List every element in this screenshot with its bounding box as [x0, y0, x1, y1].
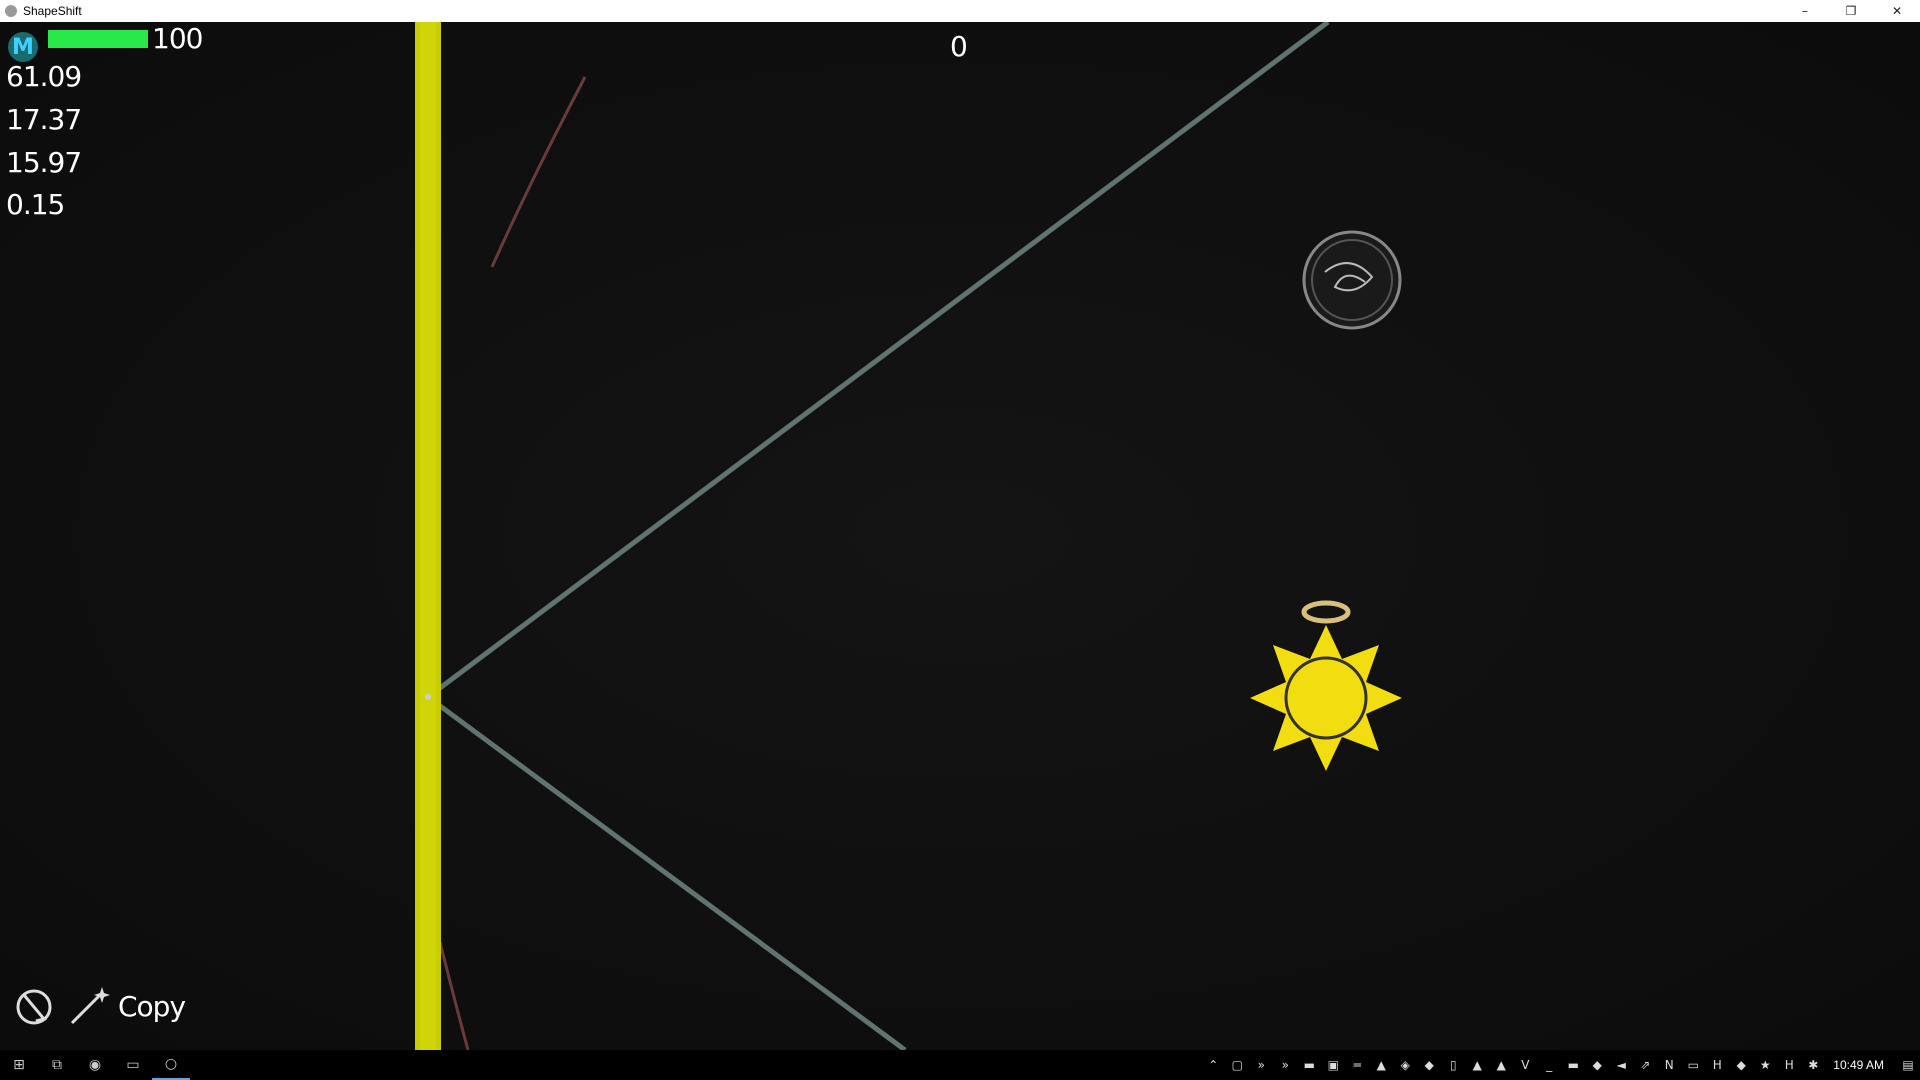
score: 0	[950, 30, 968, 63]
copy-label[interactable]: Copy	[118, 990, 186, 1023]
close-button[interactable]: ✕	[1874, 0, 1920, 22]
stat-3: 15.97	[6, 146, 82, 179]
volume-icon[interactable]: ◄	[1609, 1050, 1633, 1080]
window-title: ShapeShift	[23, 4, 82, 18]
network-icon[interactable]: ═	[1345, 1050, 1369, 1080]
game-scene	[0, 22, 1920, 1050]
h-icon[interactable]: H	[1705, 1050, 1729, 1080]
double-chevron-icon[interactable]: »	[1273, 1050, 1297, 1080]
browser-icon[interactable]: ◉	[76, 1050, 114, 1080]
game-viewport[interactable]: M 100 0 61.09 17.37 15.97 0.15 Copy	[0, 22, 1920, 1050]
arrow-icon[interactable]: ⇗	[1633, 1050, 1657, 1080]
h-icon[interactable]: H	[1777, 1050, 1801, 1080]
terminal-icon[interactable]: _	[1537, 1050, 1561, 1080]
stat-2: 17.37	[6, 103, 82, 136]
monitor-icon[interactable]: ▭	[1681, 1050, 1705, 1080]
battery-icon[interactable]: ▬	[1561, 1050, 1585, 1080]
restore-button[interactable]: ❐	[1828, 0, 1874, 22]
shapeshift-app-icon[interactable]: ○	[152, 1050, 190, 1080]
title-bar: ShapeShift – ❐ ✕	[0, 0, 1920, 22]
v-icon[interactable]: V	[1513, 1050, 1537, 1080]
shield-icon[interactable]: ◆	[1585, 1050, 1609, 1080]
stat-4: 0.15	[6, 188, 65, 221]
chevron-up-icon[interactable]: ⌃	[1201, 1050, 1225, 1080]
avatar: M	[8, 32, 38, 62]
drive-icon[interactable]: ▬	[1297, 1050, 1321, 1080]
taskbar: ⊞ ⧉ ◉ ▭ ○ ⌃ ▢ » » ▬ ▣ ═ ▲ ◈ ◆ ▯ ▲ ▲ V _ …	[0, 1050, 1920, 1080]
wifi-icon[interactable]: ✱	[1801, 1050, 1825, 1080]
orb-icon[interactable]	[1302, 230, 1402, 330]
stat-1: 61.09	[6, 60, 82, 93]
double-chevron-icon[interactable]: »	[1249, 1050, 1273, 1080]
beam-origin	[425, 694, 431, 700]
minimize-button[interactable]: –	[1782, 0, 1828, 22]
windows-start-icon[interactable]: ⊞	[0, 1050, 38, 1080]
star-icon[interactable]: ★	[1753, 1050, 1777, 1080]
gesture-icon[interactable]	[14, 987, 56, 1029]
system-tray: ⌃ ▢ » » ▬ ▣ ═ ▲ ◈ ◆ ▯ ▲ ▲ V _ ▬ ◆ ◄ ⇗ N …	[1201, 1050, 1920, 1080]
background	[0, 22, 1920, 1050]
wand-icon[interactable]	[66, 985, 110, 1029]
editor-icon[interactable]: ▭	[114, 1050, 152, 1080]
task-view-icon[interactable]: ⧉	[38, 1050, 76, 1080]
health-fill	[48, 30, 148, 48]
lock-icon[interactable]: ▣	[1321, 1050, 1345, 1080]
window-icon[interactable]: ▢	[1225, 1050, 1249, 1080]
chart-icon[interactable]: ▲	[1369, 1050, 1393, 1080]
usb-icon[interactable]: ▯	[1441, 1050, 1465, 1080]
notion-icon[interactable]: N	[1657, 1050, 1681, 1080]
app-icon	[5, 5, 17, 17]
defender-icon[interactable]: ◆	[1729, 1050, 1753, 1080]
health-value: 100	[152, 22, 203, 55]
gamepad-icon[interactable]: ◆	[1417, 1050, 1441, 1080]
clock: 10:49 AM	[1833, 1058, 1884, 1072]
yellow-wall-core	[420, 22, 436, 1050]
vlc-icon[interactable]: ▲	[1465, 1050, 1489, 1080]
health-bar	[48, 30, 148, 48]
notifications-icon[interactable]: ▤	[1896, 1050, 1920, 1080]
leaf-icon[interactable]: ◈	[1393, 1050, 1417, 1080]
vlc-icon[interactable]: ▲	[1489, 1050, 1513, 1080]
window-controls: – ❐ ✕	[1782, 0, 1920, 22]
